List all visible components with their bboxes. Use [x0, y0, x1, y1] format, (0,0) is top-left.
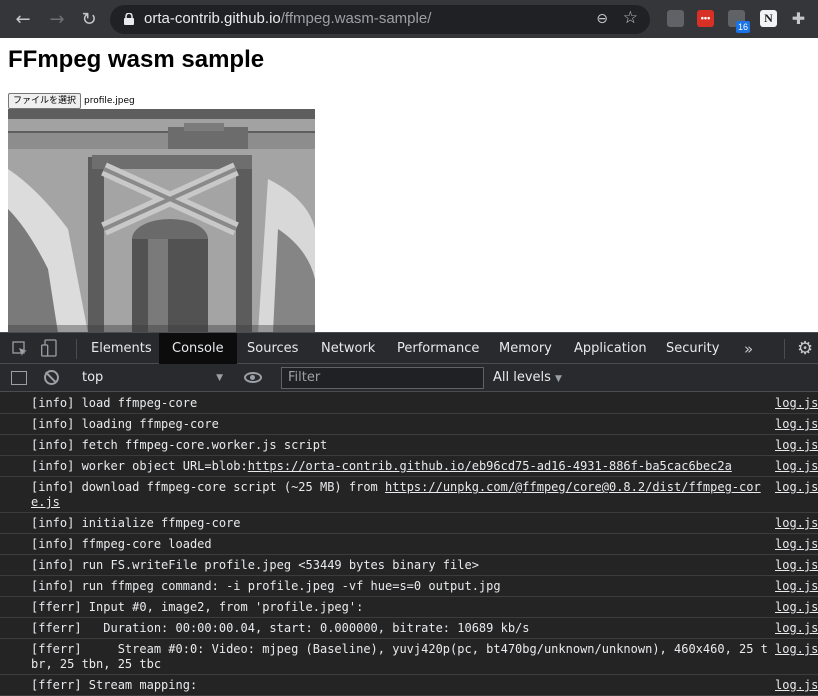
- log-message: [fferr] Input #0, image2, from 'profile.…: [31, 600, 364, 614]
- log-source-link[interactable]: log.js: [775, 642, 818, 657]
- log-message-text: [info] worker object URL=blob:: [31, 459, 248, 473]
- forward-icon[interactable]: →: [46, 9, 68, 31]
- log-message: [info] run FS.writeFile profile.jpeg <53…: [31, 558, 479, 572]
- devtools-tab-bar: Elements Console Sources Network Perform…: [0, 333, 818, 364]
- log-levels-label: All levels: [493, 370, 551, 385]
- log-message: [info] initialize ffmpeg-core: [31, 516, 241, 530]
- puzzle-icon[interactable]: ✚: [790, 10, 807, 27]
- log-message: [info] ffmpeg-core loaded: [31, 537, 212, 551]
- console-log-row: [info] fetch ffmpeg-core.worker.js scrip…: [0, 435, 818, 456]
- extension-count-badge: 16: [736, 21, 751, 33]
- live-expression-eye-icon[interactable]: [244, 372, 262, 383]
- chevron-down-icon: ▼: [216, 373, 223, 383]
- more-tabs-icon[interactable]: »: [744, 340, 753, 358]
- zoom-icon[interactable]: ⊖: [596, 11, 608, 27]
- tab-sources[interactable]: Sources: [234, 333, 311, 364]
- log-message: [info] run ffmpeg command: -i profile.jp…: [31, 579, 501, 593]
- log-message: [info] download ffmpeg-core script (~25 …: [31, 480, 769, 510]
- back-icon[interactable]: ←: [12, 9, 34, 31]
- log-source-link[interactable]: log.js: [775, 537, 818, 552]
- console-log-row: [info] initialize ffmpeg-core log.js: [0, 513, 818, 534]
- console-log-row: [fferr] Duration: 00:00:00.04, start: 0.…: [0, 618, 818, 639]
- log-message: [fferr] Stream mapping:: [31, 678, 198, 692]
- notion-icon[interactable]: N: [760, 10, 777, 27]
- selected-file-name: profile.jpeg: [84, 96, 135, 106]
- lock-icon: [124, 13, 134, 25]
- log-source-link[interactable]: log.js: [775, 438, 818, 453]
- log-message-text: [info] download ffmpeg-core script (~25 …: [31, 480, 386, 494]
- devtools-panel: Elements Console Sources Network Perform…: [0, 332, 818, 696]
- tab-network[interactable]: Network: [308, 333, 388, 364]
- log-source-link[interactable]: log.js: [775, 396, 818, 411]
- browser-toolbar: ← → ↻ orta-contrib.github.io/ffmpeg.wasm…: [0, 0, 818, 38]
- console-log-row: [info] load ffmpeg-core log.js: [0, 393, 818, 414]
- tab-console[interactable]: Console: [159, 333, 237, 364]
- extension-red-icon[interactable]: •••: [697, 10, 714, 27]
- grayscale-photo: [8, 109, 315, 333]
- preview-image: [8, 109, 315, 333]
- console-log-row: [info] ffmpeg-core loaded log.js: [0, 534, 818, 555]
- context-value: top: [82, 370, 104, 385]
- log-source-link[interactable]: log.js: [775, 621, 818, 636]
- tab-application[interactable]: Application: [561, 333, 660, 364]
- console-log-row: [info] worker object URL=blob:https://or…: [0, 456, 818, 477]
- log-message: [info] loading ffmpeg-core: [31, 417, 219, 431]
- log-source-link[interactable]: log.js: [775, 678, 818, 693]
- tab-elements[interactable]: Elements: [78, 333, 165, 364]
- chevron-down-icon: ▼: [554, 374, 562, 384]
- console-log-row: [info] run ffmpeg command: -i profile.jp…: [0, 576, 818, 597]
- divider: [784, 339, 785, 359]
- log-message: [fferr] Duration: 00:00:00.04, start: 0.…: [31, 621, 530, 635]
- log-source-link[interactable]: log.js: [775, 480, 818, 495]
- console-log-list: [info] load ffmpeg-core log.js [info] load…: [0, 393, 818, 696]
- log-source-link[interactable]: log.js: [775, 579, 818, 594]
- tab-memory[interactable]: Memory: [486, 333, 565, 364]
- console-log-row: [info] download ffmpeg-core script (~25 …: [0, 477, 818, 513]
- console-log-row: [fferr] Stream mapping: log.js: [0, 675, 818, 696]
- page-title: FFmpeg wasm sample: [8, 46, 265, 73]
- address-bar[interactable]: orta-contrib.github.io/ffmpeg.wasm-sampl…: [110, 5, 650, 34]
- device-toolbar-icon[interactable]: [41, 339, 57, 357]
- context-select[interactable]: top ▼: [75, 368, 229, 388]
- log-message: [fferr] Stream #0:0: Video: mjpeg (Basel…: [31, 642, 768, 671]
- console-toolbar: top ▼ Filter All levels ▼: [0, 364, 818, 392]
- log-source-link[interactable]: log.js: [775, 417, 818, 432]
- log-message: [info] load ffmpeg-core: [31, 396, 198, 410]
- console-log-row: [info] run FS.writeFile profile.jpeg <53…: [0, 555, 818, 576]
- reload-icon[interactable]: ↻: [78, 9, 100, 31]
- file-select-button[interactable]: ファイルを選択: [8, 93, 82, 109]
- log-source-link[interactable]: log.js: [775, 516, 818, 531]
- log-message: [info] fetch ffmpeg-core.worker.js scrip…: [31, 438, 328, 452]
- console-log-row: [info] loading ffmpeg-core log.js: [0, 414, 818, 435]
- console-log-row: [fferr] Stream #0:0: Video: mjpeg (Basel…: [0, 639, 818, 675]
- inspect-element-icon[interactable]: [12, 341, 28, 357]
- log-source-link[interactable]: log.js: [775, 558, 818, 573]
- tab-security[interactable]: Security: [653, 333, 732, 364]
- clear-console-icon[interactable]: [44, 370, 59, 385]
- log-source-link[interactable]: log.js: [775, 600, 818, 615]
- filter-input[interactable]: Filter: [281, 367, 484, 389]
- log-levels-select[interactable]: All levels ▼: [493, 370, 562, 385]
- url-host: orta-contrib.github.io: [144, 10, 281, 27]
- gear-icon[interactable]: ⚙: [797, 338, 813, 359]
- url-path: /ffmpeg.wasm-sample/: [280, 10, 432, 27]
- url-text: orta-contrib.github.io/ffmpeg.wasm-sampl…: [144, 10, 431, 27]
- log-message: [info] worker object URL=blob:https://or…: [31, 459, 769, 474]
- star-icon[interactable]: ☆: [623, 8, 638, 28]
- console-log-row: [fferr] Input #0, image2, from 'profile.…: [0, 597, 818, 618]
- extension-icon[interactable]: [667, 10, 684, 27]
- sidebar-toggle-icon[interactable]: [11, 371, 27, 385]
- log-source-link[interactable]: log.js: [775, 459, 818, 474]
- tab-performance[interactable]: Performance: [384, 333, 492, 364]
- log-link[interactable]: https://orta-contrib.github.io/eb96cd75-…: [248, 459, 732, 473]
- divider: [76, 339, 77, 359]
